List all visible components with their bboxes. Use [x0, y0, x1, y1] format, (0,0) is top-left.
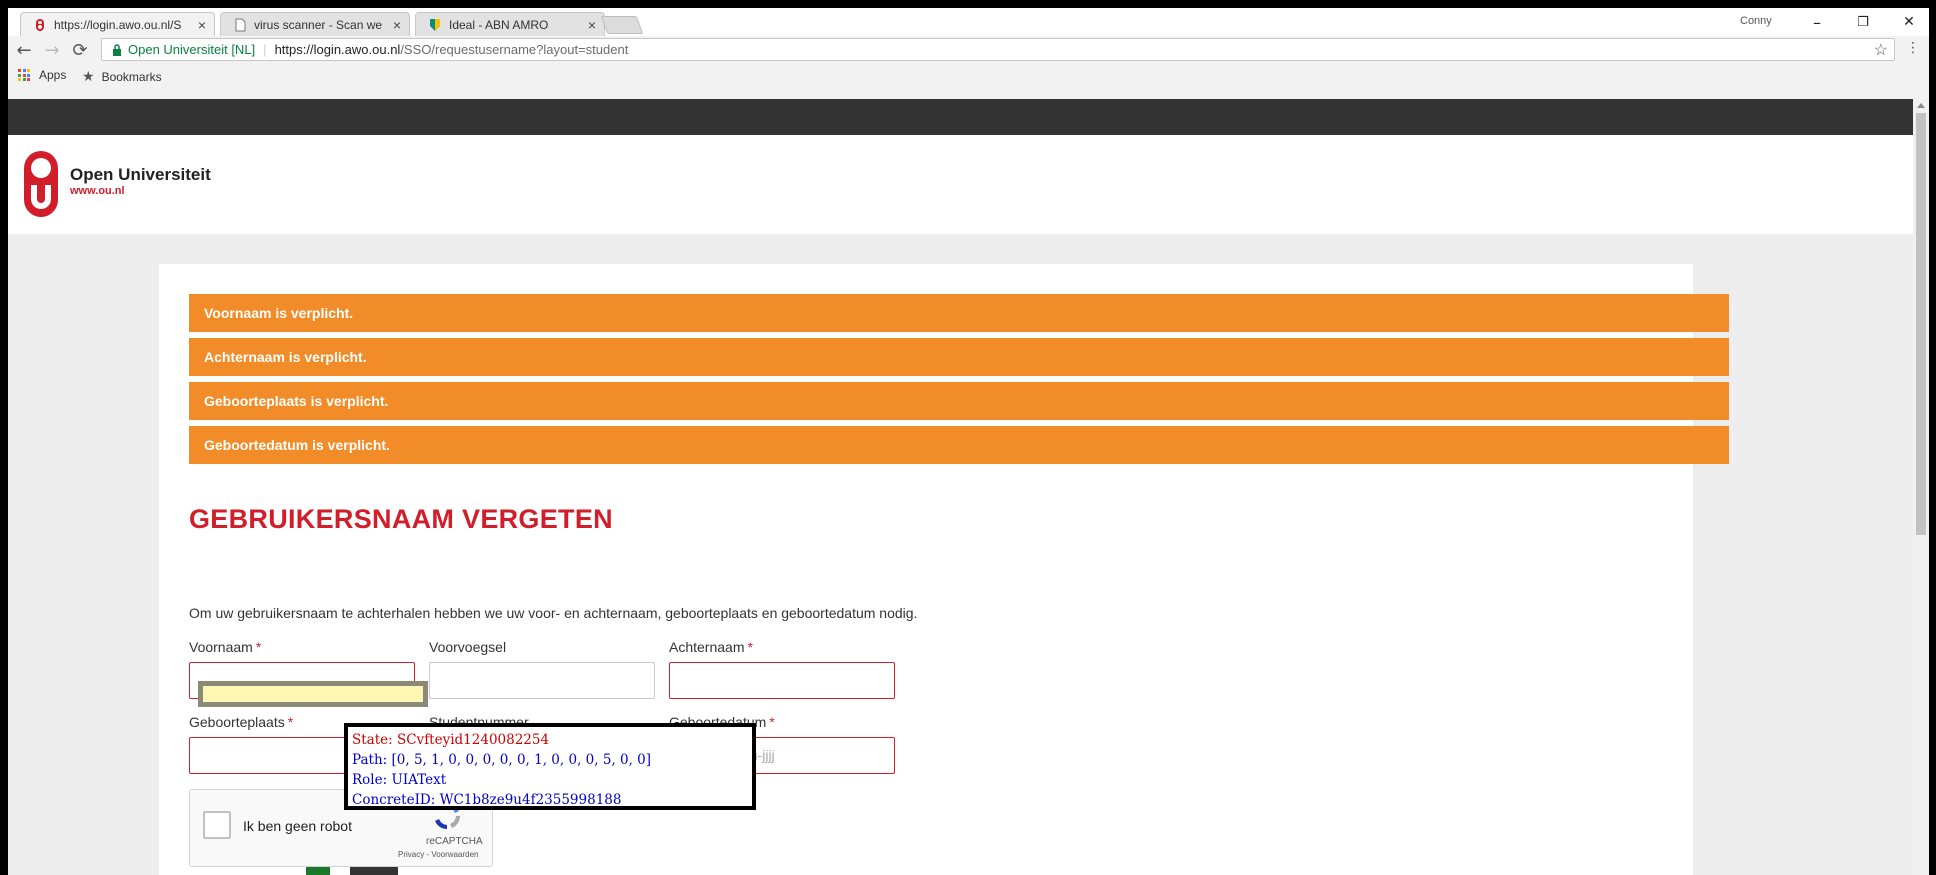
browser-menu-icon[interactable]: ⋮	[1906, 40, 1920, 56]
close-window-icon[interactable]: ✕	[1886, 10, 1929, 34]
alert-geboortedatum: Geboortedatum is verplicht.	[189, 426, 1729, 464]
alert-voornaam: Voornaam is verplicht.	[189, 294, 1729, 332]
logo-title: Open Universiteit	[70, 165, 211, 184]
apps-grid-icon	[18, 69, 30, 81]
back-icon[interactable]: ←	[13, 39, 35, 61]
lock-icon	[113, 43, 121, 56]
logo-url[interactable]: www.ou.nl	[70, 185, 125, 197]
page-title: GEBRUIKERSNAAM VERGETEN	[189, 504, 613, 534]
tab-virus-scanner[interactable]: virus scanner - Scan web ×	[220, 12, 410, 36]
alert-achternaam: Achternaam is verplicht.	[189, 338, 1729, 376]
inspector-highlight-box	[198, 681, 428, 707]
voorvoegsel-label: Voorvoegsel	[429, 639, 507, 655]
address-bar[interactable]: Open Universiteit [NL] | https://login.a…	[101, 38, 1895, 61]
scroll-up-icon[interactable]	[1917, 103, 1925, 108]
recaptcha-checkbox[interactable]	[203, 811, 231, 839]
reload-icon[interactable]: ⟳	[69, 39, 91, 61]
tab-ou-login[interactable]: https://login.awo.ou.nl/S ×	[20, 12, 215, 36]
browser-toolbar: ← → ⟳ Open Universiteit [NL] | https://l…	[8, 36, 1929, 64]
tab-title: https://login.awo.ou.nl/S	[54, 17, 182, 32]
tab-title: virus scanner - Scan web	[254, 17, 382, 32]
inspector-tooltip: State: SCvfteyid1240082254 Path: [0, 5, …	[344, 723, 756, 810]
alert-geboorteplaats: Geboorteplaats is verplicht.	[189, 382, 1729, 420]
minimize-icon[interactable]: –	[1794, 10, 1840, 34]
tab-title: Ideal - ABN AMRO	[449, 17, 549, 32]
secure-site-label: Open Universiteit [NL]	[128, 42, 256, 57]
recaptcha-label: Ik ben geen robot	[243, 818, 352, 834]
scroll-thumb[interactable]	[1916, 113, 1926, 535]
inspector-state-line: State: SCvfteyid1240082254	[352, 732, 550, 748]
recaptcha-brand: reCAPTCHA	[426, 836, 483, 847]
bookmark-star-icon[interactable]: ☆	[1874, 40, 1888, 60]
bookmark-apps[interactable]: Apps	[18, 68, 66, 82]
bookmarks-star-icon: ★	[82, 68, 95, 84]
inspector-concrete-line: ConcreteID: WC1b8ze9u4f2355998188	[352, 792, 622, 808]
browser-window: https://login.awo.ou.nl/S × virus scanne…	[8, 8, 1929, 875]
bookmarks-label: Bookmarks	[101, 69, 162, 84]
abn-amro-favicon-icon	[430, 18, 440, 31]
tab-close-icon[interactable]: ×	[393, 17, 401, 33]
intro-text: Om uw gebruikersnaam te achterhalen hebb…	[189, 605, 918, 621]
url-host: https://login.awo.ou.nl	[274, 42, 401, 57]
site-header: Open Universiteit www.ou.nl	[8, 135, 1913, 234]
apps-label: Apps	[39, 68, 67, 82]
tab-abn-amro[interactable]: Ideal - ABN AMRO ×	[415, 12, 605, 36]
recaptcha-links[interactable]: Privacy - Voorwaarden	[398, 850, 478, 859]
inspector-role-line: Role: UIAText	[352, 772, 447, 788]
tab-strip: https://login.awo.ou.nl/S × virus scanne…	[8, 8, 1929, 36]
restore-icon[interactable]: ❐	[1840, 10, 1886, 34]
tab-close-icon[interactable]: ×	[198, 17, 206, 33]
new-tab-button[interactable]	[600, 16, 644, 34]
address-separator: |	[263, 42, 267, 57]
geboorteplaats-label: Geboorteplaats *	[189, 714, 294, 730]
voornaam-label: Voornaam *	[189, 639, 262, 655]
forward-icon[interactable]: →	[41, 39, 63, 61]
ou-logo-icon[interactable]	[22, 149, 60, 219]
bookmark-folder[interactable]: ★ Bookmarks	[82, 68, 162, 85]
page-icon	[235, 18, 246, 31]
taskbar-app-icon[interactable]	[306, 867, 330, 875]
bookmarks-bar: Apps ★ Bookmarks	[8, 64, 1929, 88]
achternaam-input[interactable]	[669, 662, 895, 699]
tab-close-icon[interactable]: ×	[588, 17, 596, 33]
ou-favicon-icon	[36, 18, 44, 31]
site-top-bar	[8, 99, 1913, 135]
inspector-path-line: Path: [0, 5, 1, 0, 0, 0, 0, 0, 1, 0, 0, …	[352, 752, 652, 768]
page-scrollbar[interactable]	[1913, 99, 1929, 875]
voorvoegsel-input[interactable]	[429, 662, 655, 699]
taskbar-app-icon[interactable]	[350, 867, 398, 875]
profile-name[interactable]: Conny	[1740, 15, 1772, 27]
achternaam-label: Achternaam *	[669, 639, 753, 655]
url-path: /SSO/requestusername?layout=student	[400, 42, 629, 57]
page-viewport: Open Universiteit www.ou.nl Voornaam is …	[8, 99, 1913, 875]
